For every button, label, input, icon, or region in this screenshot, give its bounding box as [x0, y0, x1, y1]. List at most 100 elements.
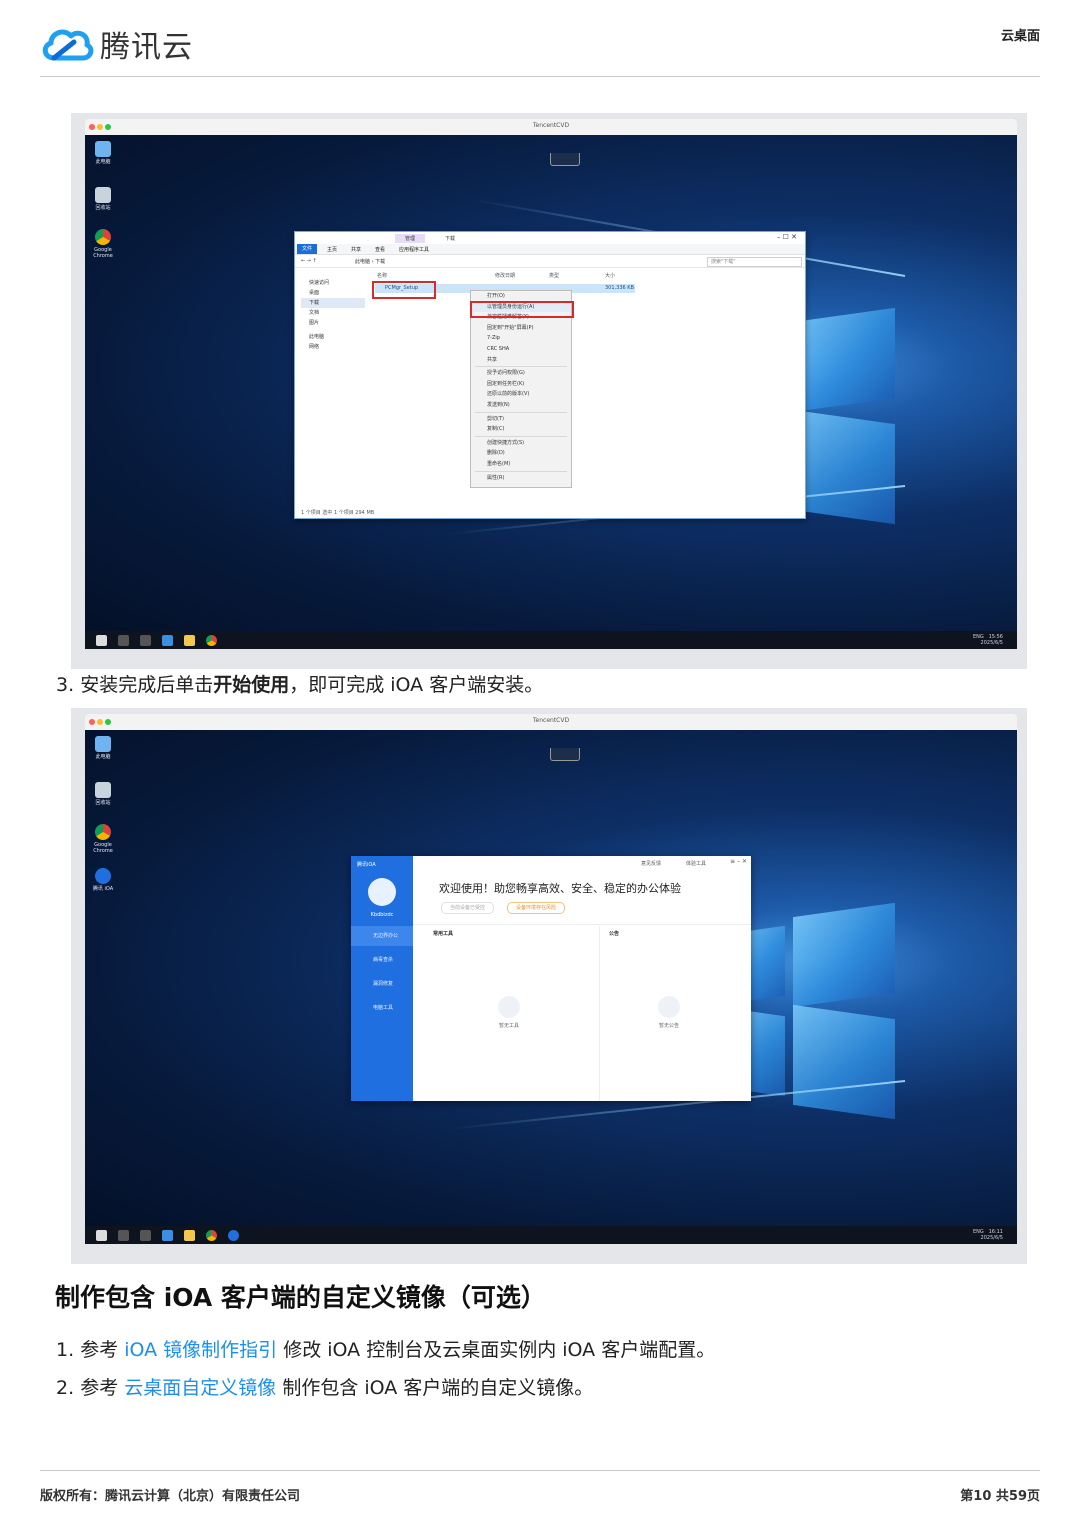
- section-title: 制作包含 iOA 客户端的自定义镜像（可选）: [55, 1283, 546, 1312]
- menu-item-properties[interactable]: 属性(R): [471, 473, 571, 484]
- menu-item-create-shortcut[interactable]: 创建快捷方式(S): [471, 438, 571, 449]
- system-tray[interactable]: ENG 15:56 2025/6/5: [973, 634, 1003, 646]
- nav-downloads[interactable]: 下载: [301, 298, 365, 308]
- recycle-bin-icon: [95, 782, 111, 798]
- menu-item-open[interactable]: 打开(O): [471, 291, 571, 302]
- taskbar: ENG 15:56 2025/6/5: [85, 631, 1017, 649]
- nav-borderless-office[interactable]: 无边界办公: [351, 926, 413, 946]
- tencent-cloud-logo: 腾讯云: [40, 22, 193, 66]
- desktop-icon-this-pc[interactable]: 此电脑: [89, 141, 117, 165]
- file-explorer-window: 管理 下载 – ☐ ✕ 文件 主页 共享 查看 应用程序工具 ← → ↑ 此电脑…: [294, 231, 806, 519]
- recycle-bin-icon: [95, 187, 111, 203]
- search-icon[interactable]: [118, 634, 129, 646]
- menu-separator: [475, 435, 567, 437]
- nav-desktop[interactable]: 桌面: [301, 288, 365, 298]
- menu-item-grant-access[interactable]: 授予访问权限(G): [471, 368, 571, 379]
- window-controls[interactable]: ≡ – ✕: [730, 858, 747, 865]
- menu-item-restore-versions[interactable]: 还原以前的版本(V): [471, 389, 571, 400]
- feedback-button[interactable]: 意见反馈: [641, 860, 661, 867]
- tools-button[interactable]: 体验工具: [686, 860, 706, 867]
- window-title: 下载: [445, 236, 456, 242]
- desktop-icon-ioa[interactable]: 腾讯 iOA: [89, 868, 117, 892]
- edge-icon[interactable]: [162, 1229, 173, 1241]
- menu-item-7zip[interactable]: 7-Zip: [471, 333, 571, 344]
- column-name[interactable]: 名称: [377, 272, 387, 279]
- avatar[interactable]: [368, 878, 396, 906]
- window-controls[interactable]: – ☐ ✕: [777, 233, 797, 241]
- menu-item-delete[interactable]: 删除(D): [471, 448, 571, 459]
- column-date[interactable]: 修改日期: [495, 272, 515, 279]
- desktop-icon-chrome[interactable]: Google Chrome: [89, 229, 117, 259]
- file-size: 301,336 KB: [605, 285, 634, 291]
- search-icon[interactable]: [118, 1229, 129, 1241]
- desktop-icon-recycle-bin[interactable]: 回收站: [89, 187, 117, 211]
- custom-image-link[interactable]: 云桌面自定义镜像: [124, 1377, 276, 1399]
- start-icon[interactable]: [96, 1229, 107, 1241]
- edge-icon[interactable]: [162, 634, 173, 646]
- explorer-titlebar: 管理 下载 – ☐ ✕: [295, 232, 805, 244]
- file-explorer-icon[interactable]: [184, 1229, 195, 1241]
- menu-item-share[interactable]: 共享: [471, 355, 571, 366]
- nav-documents[interactable]: 文档: [301, 308, 365, 318]
- desktop-icon-this-pc[interactable]: 此电脑: [89, 736, 117, 760]
- document-tag: 云桌面: [1000, 29, 1040, 44]
- tab-manage[interactable]: 管理: [395, 234, 426, 243]
- nav-vuln-fix[interactable]: 漏洞修复: [351, 974, 413, 994]
- menu-item-crc[interactable]: CRC SHA: [471, 344, 571, 355]
- column-size[interactable]: 大小: [605, 272, 615, 279]
- ioa-sidebar: 腾讯iOA Kbdbizdc 无边界办公 病毒查杀 漏洞修复 电脑工具: [351, 856, 413, 1101]
- context-menu: 打开(O) 以管理员身份运行(A) 兼容性疑难解答(Y) 固定到"开始"屏幕(P…: [470, 290, 572, 488]
- taskbar: ENG 16:11 2025/6/5: [85, 1226, 1017, 1244]
- step-2-text: 2. 参考 云桌面自定义镜像 制作包含 iOA 客户端的自定义镜像。: [56, 1377, 594, 1399]
- nav-quick-access[interactable]: 快速访问: [301, 278, 365, 288]
- screenshot-explorer: TencentCVD 此电脑 回收站 Google Chrome 管理 下载 –…: [71, 113, 1027, 669]
- file-explorer-icon[interactable]: [184, 634, 195, 646]
- nav-pictures[interactable]: 图片: [301, 318, 365, 328]
- navigation-pane: 快速访问 桌面 下载 文档 图片 此电脑 网络: [301, 278, 365, 352]
- chrome-icon[interactable]: [206, 1229, 217, 1241]
- desktop-icon-recycle-bin[interactable]: 回收站: [89, 782, 117, 806]
- task-view-icon[interactable]: [140, 634, 151, 646]
- vm-title: TencentCVD: [532, 717, 570, 724]
- explorer-ribbon: 文件 主页 共享 查看 应用程序工具: [295, 244, 805, 255]
- menu-item-pin-taskbar[interactable]: 固定到任务栏(K): [471, 379, 571, 390]
- ioa-image-guide-link[interactable]: iOA 镜像制作指引: [124, 1339, 277, 1361]
- start-icon[interactable]: [96, 634, 107, 646]
- status-chip-managed[interactable]: 当前设备已受控: [441, 902, 495, 914]
- ioa-taskbar-icon[interactable]: [228, 1229, 239, 1241]
- divider: [599, 926, 600, 1101]
- tab-file[interactable]: 文件: [297, 244, 318, 254]
- column-type[interactable]: 类型: [549, 272, 559, 279]
- tab-share[interactable]: 共享: [351, 246, 361, 253]
- menu-item-cut[interactable]: 剪切(T): [471, 414, 571, 425]
- step-3-text: 3. 安装完成后单击开始使用，即可完成 iOA 客户端安装。: [56, 674, 544, 696]
- vm-toolbar-notch: [550, 748, 580, 761]
- ioa-brand: 腾讯iOA: [357, 862, 376, 868]
- windows-desktop: 此电脑 回收站 Google Chrome 腾讯 iOA 腾讯iOA Kbdbi…: [85, 730, 1017, 1244]
- chrome-icon: [95, 824, 111, 840]
- tab-view[interactable]: 查看: [375, 246, 385, 253]
- chrome-icon[interactable]: [206, 634, 217, 646]
- nav-pc-tools[interactable]: 电脑工具: [351, 998, 413, 1018]
- vm-titlebar: TencentCVD: [85, 714, 1017, 730]
- tab-app-tools[interactable]: 应用程序工具: [399, 246, 429, 253]
- breadcrumb[interactable]: 此电脑 › 下载: [355, 258, 385, 265]
- menu-item-pin-start[interactable]: 固定到"开始"屏幕(P): [471, 323, 571, 334]
- menu-item-rename[interactable]: 重命名(M): [471, 459, 571, 470]
- vm-toolbar-notch: [550, 153, 580, 166]
- desktop-icon-chrome[interactable]: Google Chrome: [89, 824, 117, 854]
- tab-home[interactable]: 主页: [327, 246, 337, 253]
- system-tray[interactable]: ENG 16:11 2025/6/5: [973, 1229, 1003, 1241]
- status-chip-risk[interactable]: 设备环境存在风险: [507, 902, 566, 914]
- nav-this-pc[interactable]: 此电脑: [301, 332, 365, 342]
- menu-separator: [475, 366, 567, 368]
- menu-item-copy[interactable]: 复制(C): [471, 424, 571, 435]
- nav-virus-scan[interactable]: 病毒查杀: [351, 950, 413, 970]
- search-input[interactable]: 搜索"下载": [707, 257, 802, 267]
- announcement-title: 公告: [609, 931, 620, 937]
- nav-network[interactable]: 网络: [301, 342, 365, 352]
- menu-item-send-to[interactable]: 发送到(N): [471, 400, 571, 411]
- address-bar[interactable]: ← → ↑ 此电脑 › 下载 搜索"下载": [295, 255, 805, 268]
- nav-arrows-icon[interactable]: ← → ↑: [301, 258, 317, 264]
- task-view-icon[interactable]: [140, 1229, 151, 1241]
